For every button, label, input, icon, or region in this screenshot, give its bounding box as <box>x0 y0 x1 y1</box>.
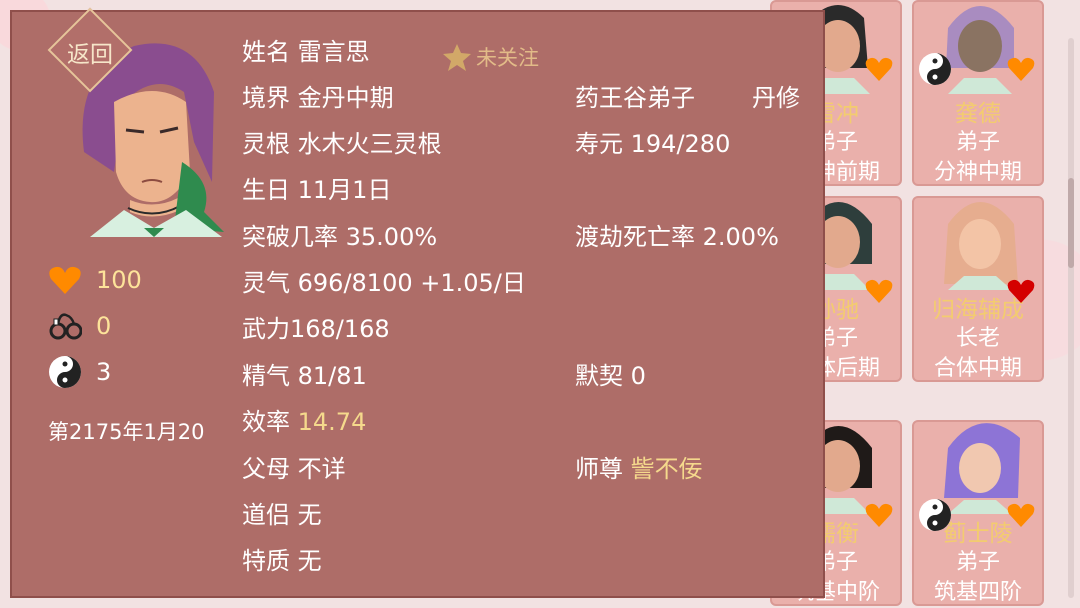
birthday-row: 生日 11月1日 <box>242 170 391 205</box>
trait-value: 无 <box>297 547 322 575</box>
tribulation-label: 渡劫死亡率 <box>575 223 695 251</box>
follow-toggle[interactable]: 未关注 <box>442 42 539 72</box>
back-button-label: 返回 <box>67 42 113 68</box>
heart-icon <box>865 279 893 303</box>
heart-icon <box>865 57 893 81</box>
partner-row: 道侣 无 <box>242 495 322 530</box>
efficiency-row: 效率 14.74 <box>242 402 366 437</box>
birthday-label: 生日 <box>242 176 290 204</box>
breakthrough-row: 突破几率 35.00% <box>242 217 437 252</box>
bond-value: 0 <box>96 312 112 340</box>
scrollbar-thumb[interactable] <box>1068 178 1074 268</box>
lifespan-value: 194/280 <box>630 130 731 158</box>
force-row: 武力168/168 <box>242 309 390 344</box>
affection-value: 100 <box>96 266 142 294</box>
character-detail-panel: 返回 100 0 3 第2175年1月20 姓名 雷言思 未关注 境界 金丹中期… <box>10 7 825 598</box>
game-date: 第2175年1月20 <box>48 420 205 444</box>
star-icon <box>443 44 471 71</box>
yin-yang-icon <box>49 356 81 388</box>
qi-row: 灵气 696/8100 +1.05/日 <box>242 263 526 298</box>
tacit-label: 默契 <box>575 362 623 390</box>
sect-value: 药王谷弟子 <box>575 84 695 112</box>
parents-label: 父母 <box>242 455 290 483</box>
card-role: 长老 <box>955 326 1000 351</box>
card-role: 弟子 <box>955 550 1000 575</box>
realm-row: 境界 金丹中期 <box>242 78 394 113</box>
trait-label: 特质 <box>242 547 290 575</box>
role-value: 丹修 <box>752 84 800 112</box>
heart-icon <box>1007 57 1035 81</box>
tribulation-row: 渡劫死亡率 2.00% <box>575 217 779 252</box>
name-label: 姓名 <box>242 38 290 66</box>
breakthrough-value: 35.00% <box>345 223 438 251</box>
lifespan-label: 寿元 <box>575 130 623 158</box>
efficiency-value: 14.74 <box>297 408 367 436</box>
card-rank: 筑基四阶 <box>933 580 1022 605</box>
back-button[interactable]: 返回 <box>47 7 133 93</box>
name-row: 姓名 雷言思 <box>242 32 370 67</box>
parents-row: 父母 不详 <box>242 449 346 484</box>
partner-label: 道侣 <box>242 501 290 529</box>
yin-yang-icon <box>919 53 951 85</box>
tacit-value: 0 <box>630 362 646 390</box>
master-row: 师尊 訾不佞 <box>575 449 703 484</box>
disciple-card[interactable]: 龚德 弟子 分神中期 <box>912 0 1044 186</box>
parents-value: 不详 <box>297 455 346 483</box>
qi-label: 灵气 <box>242 269 290 297</box>
yinyang-stat: 3 <box>48 354 111 390</box>
disciple-card[interactable]: 归海辅成 长老 合体中期 <box>912 196 1044 382</box>
heart-icon <box>1007 503 1035 527</box>
realm-label: 境界 <box>242 84 290 112</box>
force-value: 168/168 <box>290 315 390 343</box>
tribulation-value: 2.00% <box>702 223 779 251</box>
card-rank: 合体中期 <box>933 356 1022 381</box>
partner-value: 无 <box>297 501 322 529</box>
bond-stat: 0 <box>48 308 111 344</box>
disciple-card[interactable]: 蓟士陵 弟子 筑基四阶 <box>912 420 1044 606</box>
card-rank: 分神中期 <box>933 160 1022 185</box>
heart-icon <box>49 266 81 294</box>
root-value: 水木火三灵根 <box>297 130 442 158</box>
scrollbar[interactable] <box>1068 38 1074 598</box>
card-role: 弟子 <box>955 130 1000 155</box>
birthday-value: 11月1日 <box>297 176 392 204</box>
root-label: 灵根 <box>242 130 290 158</box>
affection-stat: 100 <box>48 262 142 298</box>
efficiency-label: 效率 <box>242 408 290 436</box>
name-value: 雷言思 <box>297 38 370 66</box>
tacit-row: 默契 0 <box>575 356 646 391</box>
qi-value: 696/8100 +1.05/日 <box>297 269 526 297</box>
essence-label: 精气 <box>242 362 290 390</box>
root-row: 灵根 水木火三灵根 <box>242 124 442 159</box>
heart-icon <box>865 503 893 527</box>
essence-value: 81/81 <box>297 362 367 390</box>
handcuffs-icon <box>49 313 82 340</box>
follow-label: 未关注 <box>476 46 539 70</box>
master-label: 师尊 <box>575 455 623 483</box>
yinyang-value: 3 <box>96 358 112 386</box>
trait-row: 特质 无 <box>242 541 322 576</box>
essence-row: 精气 81/81 <box>242 356 367 391</box>
realm-value: 金丹中期 <box>297 84 394 112</box>
force-label: 武力 <box>242 315 290 343</box>
heart-icon <box>1007 279 1035 303</box>
master-value[interactable]: 訾不佞 <box>631 455 703 483</box>
card-name: 龚德 <box>955 101 1001 127</box>
yin-yang-icon <box>919 499 951 531</box>
breakthrough-label: 突破几率 <box>242 223 338 251</box>
lifespan-row: 寿元 194/280 <box>575 124 730 159</box>
